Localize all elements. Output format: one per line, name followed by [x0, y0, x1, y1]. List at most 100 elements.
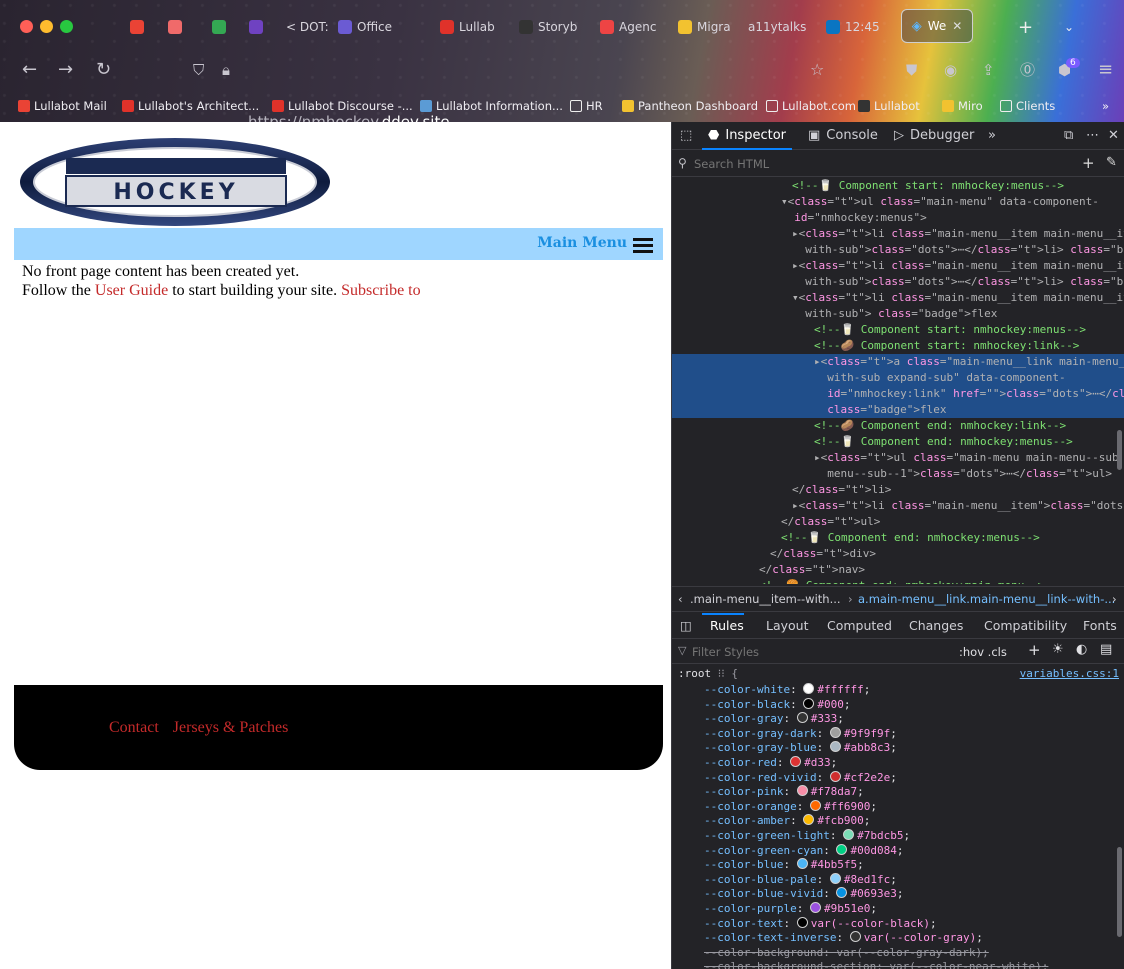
tab-fonts[interactable]: Fonts: [1083, 618, 1117, 633]
markup-node[interactable]: <!--🥛 Component end: nmhockey:menus-->: [672, 434, 1124, 450]
color-swatch-icon[interactable]: [829, 741, 841, 753]
color-swatch-icon[interactable]: [809, 799, 821, 811]
markup-node[interactable]: with-sub">class="dots">⋯</class="t">li> …: [672, 242, 1124, 258]
bookmark-item[interactable]: Lullabot Mail: [18, 99, 107, 113]
css-variable-declaration[interactable]: --color-pink: #f78da7;: [672, 785, 1112, 800]
tab-changes[interactable]: Changes: [909, 618, 963, 633]
css-variable-declaration[interactable]: --color-gray-blue: #abb8c3;: [672, 741, 1112, 756]
tab-debugger[interactable]: ▷ Debugger: [894, 128, 974, 143]
print-simulation-icon[interactable]: ▤: [1100, 642, 1112, 657]
markup-node[interactable]: ▸<class="t">li class="main-menu__item ma…: [672, 258, 1124, 274]
tab-item[interactable]: [212, 17, 242, 37]
bookmark-item[interactable]: HR: [570, 99, 603, 113]
bookmarks-overflow-chevron-icon[interactable]: »: [1102, 99, 1109, 113]
css-variable-declaration[interactable]: --color-blue-vivid: #0693e3;: [672, 887, 1112, 902]
color-swatch-icon[interactable]: [809, 902, 821, 913]
markup-node[interactable]: with-sub">class="dots">⋯</class="t">li> …: [672, 274, 1124, 290]
tab-layout[interactable]: Layout: [766, 618, 809, 633]
user-guide-link[interactable]: User Guide: [95, 282, 168, 299]
tab-item[interactable]: Migra: [678, 17, 744, 37]
css-variable-declaration[interactable]: --color-background: var(--color-gray-dar…: [672, 946, 1112, 961]
bookmark-item[interactable]: Lullabot's Architect...: [122, 99, 259, 113]
devtools-menu-icon[interactable]: ⋯: [1086, 128, 1099, 143]
markup-scrollbar[interactable]: [1117, 430, 1122, 470]
markup-node[interactable]: ▸<class="t">ul class="main-menu main-men…: [672, 450, 1124, 466]
tab-item[interactable]: [249, 17, 281, 37]
tab-item[interactable]: Lullab: [440, 17, 512, 37]
rule-selector[interactable]: :root: [678, 667, 711, 680]
markup-node[interactable]: <!--🍔 Component end: nmhockey:main-menu-…: [672, 578, 1124, 584]
tab-close-icon[interactable]: ✕: [952, 19, 962, 33]
breadcrumb-item-1[interactable]: .main-menu__item--with...: [690, 592, 841, 606]
markup-node[interactable]: <!--🥔 Component start: nmhockey:link-->: [672, 338, 1124, 354]
tab-list-chevron-icon[interactable]: ⌄: [1064, 17, 1074, 37]
markup-node[interactable]: id="nmhockey:menus">: [672, 210, 1124, 226]
rules-scrollbar[interactable]: [1117, 847, 1122, 937]
css-variable-declaration[interactable]: --color-orange: #ff6900;: [672, 799, 1112, 815]
light-scheme-icon[interactable]: ☀: [1052, 642, 1064, 657]
markup-node[interactable]: <!--🥛 Component start: nmhockey:menus-->: [672, 322, 1124, 338]
filter-styles-input[interactable]: [692, 643, 892, 661]
bookmark-item[interactable]: Miro: [942, 99, 983, 113]
site-logo[interactable]: HOCKEY: [18, 136, 333, 228]
tab-item[interactable]: a11ytalks: [748, 17, 820, 37]
css-variable-declaration[interactable]: --color-green-cyan: #00d084;: [672, 843, 1112, 859]
color-swatch-icon[interactable]: [790, 756, 802, 767]
css-variable-declaration[interactable]: --color-blue-pale: #8ed1fc;: [672, 872, 1112, 888]
color-swatch-icon[interactable]: [836, 887, 848, 899]
markup-node[interactable]: ▸<class="t">a class="main-menu__link mai…: [672, 354, 1124, 370]
css-variable-declaration[interactable]: --color-text-inverse: var(--color-gray);: [672, 931, 1112, 946]
footer-link-jerseys[interactable]: Jerseys & Patches: [173, 719, 289, 736]
bookmark-item[interactable]: Lullabot: [858, 99, 920, 113]
markup-node[interactable]: with-sub"> class="badge">flex: [672, 306, 1124, 322]
account-icon[interactable]: ◉: [944, 60, 957, 80]
pseudo-class-toggles[interactable]: :hov .cls: [959, 645, 1007, 659]
forward-arrow-icon[interactable]: →: [58, 60, 73, 80]
css-variable-declaration[interactable]: --color-amber: #fcb900;: [672, 814, 1112, 829]
breadcrumb-forward-icon[interactable]: ›: [1112, 592, 1117, 606]
tab-computed[interactable]: Computed: [827, 618, 892, 633]
css-variable-declaration[interactable]: --color-red: #d33;: [672, 756, 1112, 771]
password-manager-icon[interactable]: ⓪: [1020, 60, 1035, 80]
markup-node[interactable]: with-sub expand-sub" data-component-: [672, 370, 1124, 386]
tab-item[interactable]: Agenc: [600, 17, 672, 37]
markup-node[interactable]: </class="t">li>: [672, 482, 1124, 498]
tab-inspector[interactable]: ⬣ Inspector: [708, 128, 786, 143]
css-variable-declaration[interactable]: --color-red-vivid: #cf2e2e;: [672, 770, 1112, 786]
tab-rules[interactable]: Rules: [710, 618, 744, 633]
shield-icon[interactable]: ⛉: [193, 60, 204, 80]
markup-node[interactable]: <!--🥛 Component start: nmhockey:menus-->: [672, 178, 1124, 194]
subscribe-link[interactable]: Subscribe to: [341, 282, 421, 299]
css-variable-declaration[interactable]: --color-gray: #333;: [672, 712, 1112, 727]
menu-hamburger-icon[interactable]: ≡: [1098, 60, 1113, 80]
tab-active[interactable]: ◈ We ✕: [901, 9, 973, 43]
markup-node[interactable]: </class="t">ul>: [672, 514, 1124, 530]
tab-item[interactable]: [130, 17, 156, 37]
css-variable-declaration[interactable]: --color-gray-dark: #9f9f9f;: [672, 726, 1112, 742]
bookmark-star-icon[interactable]: ☆: [810, 60, 824, 80]
breadcrumb-item-2[interactable]: a.main-menu__link.main-menu__link--with-…: [858, 592, 1115, 606]
css-variable-declaration[interactable]: --color-background-section: var(--color-…: [672, 960, 1112, 969]
markup-node[interactable]: ▸<class="t">li class="main-menu__item">c…: [672, 498, 1124, 514]
footer-link-contact[interactable]: Contact: [109, 719, 159, 736]
tab-compatibility[interactable]: Compatibility: [984, 618, 1067, 633]
css-variable-declaration[interactable]: --color-green-light: #7bdcb5;: [672, 829, 1112, 844]
zoom-window-button[interactable]: [60, 20, 73, 33]
color-swatch-icon[interactable]: [796, 712, 808, 724]
back-arrow-icon[interactable]: ←: [22, 60, 37, 80]
reload-icon[interactable]: ↻: [96, 60, 111, 80]
element-picker-icon[interactable]: ⬚: [680, 128, 692, 143]
color-swatch-icon[interactable]: [796, 858, 808, 870]
markup-node[interactable]: ▸<class="t">li class="main-menu__item ma…: [672, 226, 1124, 242]
close-window-button[interactable]: [20, 20, 33, 33]
devtools-close-icon[interactable]: ✕: [1108, 128, 1119, 143]
dock-icon[interactable]: ⧉: [1064, 128, 1073, 143]
markup-node[interactable]: class="badge">flex: [672, 402, 1124, 418]
share-icon[interactable]: ⇪: [982, 60, 995, 80]
bookmark-item[interactable]: Lullabot Information...: [420, 99, 563, 113]
markup-node[interactable]: menu--sub--1">class="dots">⋯</class="t">…: [672, 466, 1124, 482]
tab-console[interactable]: ▣ Console: [808, 128, 878, 143]
color-swatch-icon[interactable]: [803, 814, 815, 826]
tab-item[interactable]: < DOT:: [286, 17, 338, 37]
lock-icon[interactable]: 🔒︎: [222, 60, 230, 80]
